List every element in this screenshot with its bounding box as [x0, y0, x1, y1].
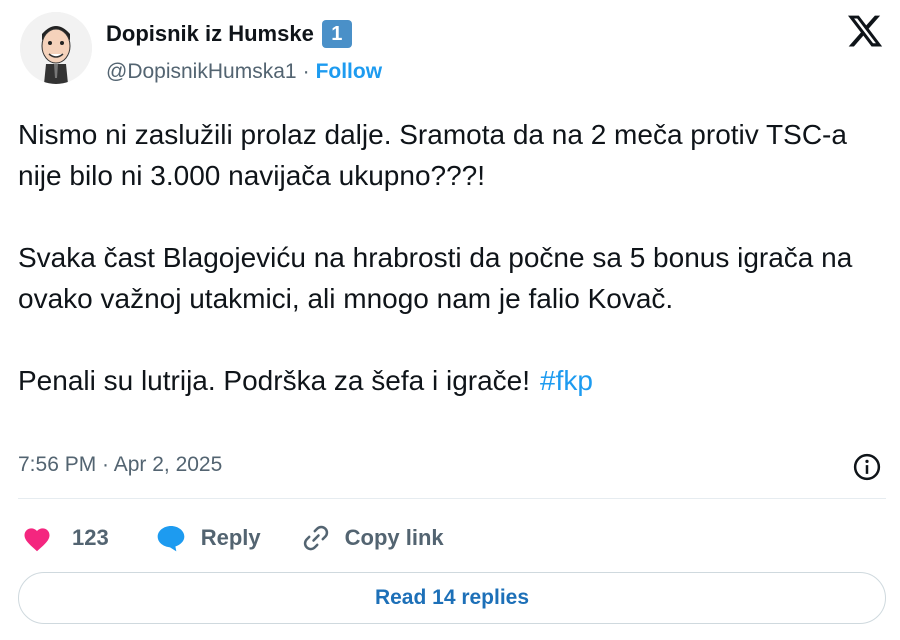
- tweet-actions: 123 Reply Copy link: [22, 520, 444, 556]
- author-handle-row: @DopisnikHumska1 · Follow: [106, 60, 382, 84]
- caricature-avatar-icon: [20, 12, 92, 84]
- copy-link-label: Copy link: [344, 525, 444, 550]
- tweet-timestamp[interactable]: 7:56 PM · Apr 2, 2025: [18, 453, 222, 477]
- tweet-paragraph-3: Penali su lutrija. Podrška za šefa i igr…: [18, 360, 878, 401]
- like-count: 123: [72, 525, 109, 550]
- author-badge: 1: [321, 20, 352, 48]
- link-icon: [303, 525, 328, 551]
- author-avatar[interactable]: [20, 12, 92, 84]
- reply-label: Reply: [200, 525, 261, 550]
- tweet-text: Nismo ni zaslužili prolaz dalje. Sramota…: [18, 114, 878, 401]
- author-name-row: Dopisnik iz Humske 1: [106, 20, 352, 48]
- speech-bubble-icon: [157, 526, 185, 552]
- hashtag-link[interactable]: #fkp: [540, 365, 593, 396]
- follow-button[interactable]: Follow: [316, 60, 383, 84]
- tweet-paragraph-1: Nismo ni zaslužili prolaz dalje. Sramota…: [18, 119, 847, 191]
- heart-icon: [24, 528, 50, 552]
- copy-link-button[interactable]: Copy link: [301, 523, 444, 553]
- handle-separator: ·: [302, 60, 310, 83]
- tweet-paragraph-3-text: Penali su lutrija. Podrška za šefa i igr…: [18, 365, 531, 396]
- reply-button[interactable]: Reply: [155, 523, 261, 553]
- like-button[interactable]: 123: [22, 524, 109, 552]
- tweet-card: Dopisnik iz Humske 1 @DopisnikHumska1 · …: [0, 0, 900, 640]
- author-display-name[interactable]: Dopisnik iz Humske: [106, 21, 314, 47]
- x-logo-icon[interactable]: [846, 12, 884, 50]
- author-handle[interactable]: @DopisnikHumska1: [106, 60, 297, 84]
- divider: [18, 498, 886, 499]
- read-replies-button[interactable]: Read 14 replies: [18, 572, 886, 624]
- info-icon[interactable]: [852, 452, 882, 482]
- tweet-paragraph-2: Svaka čast Blagojeviću na hrabrosti da p…: [18, 242, 853, 314]
